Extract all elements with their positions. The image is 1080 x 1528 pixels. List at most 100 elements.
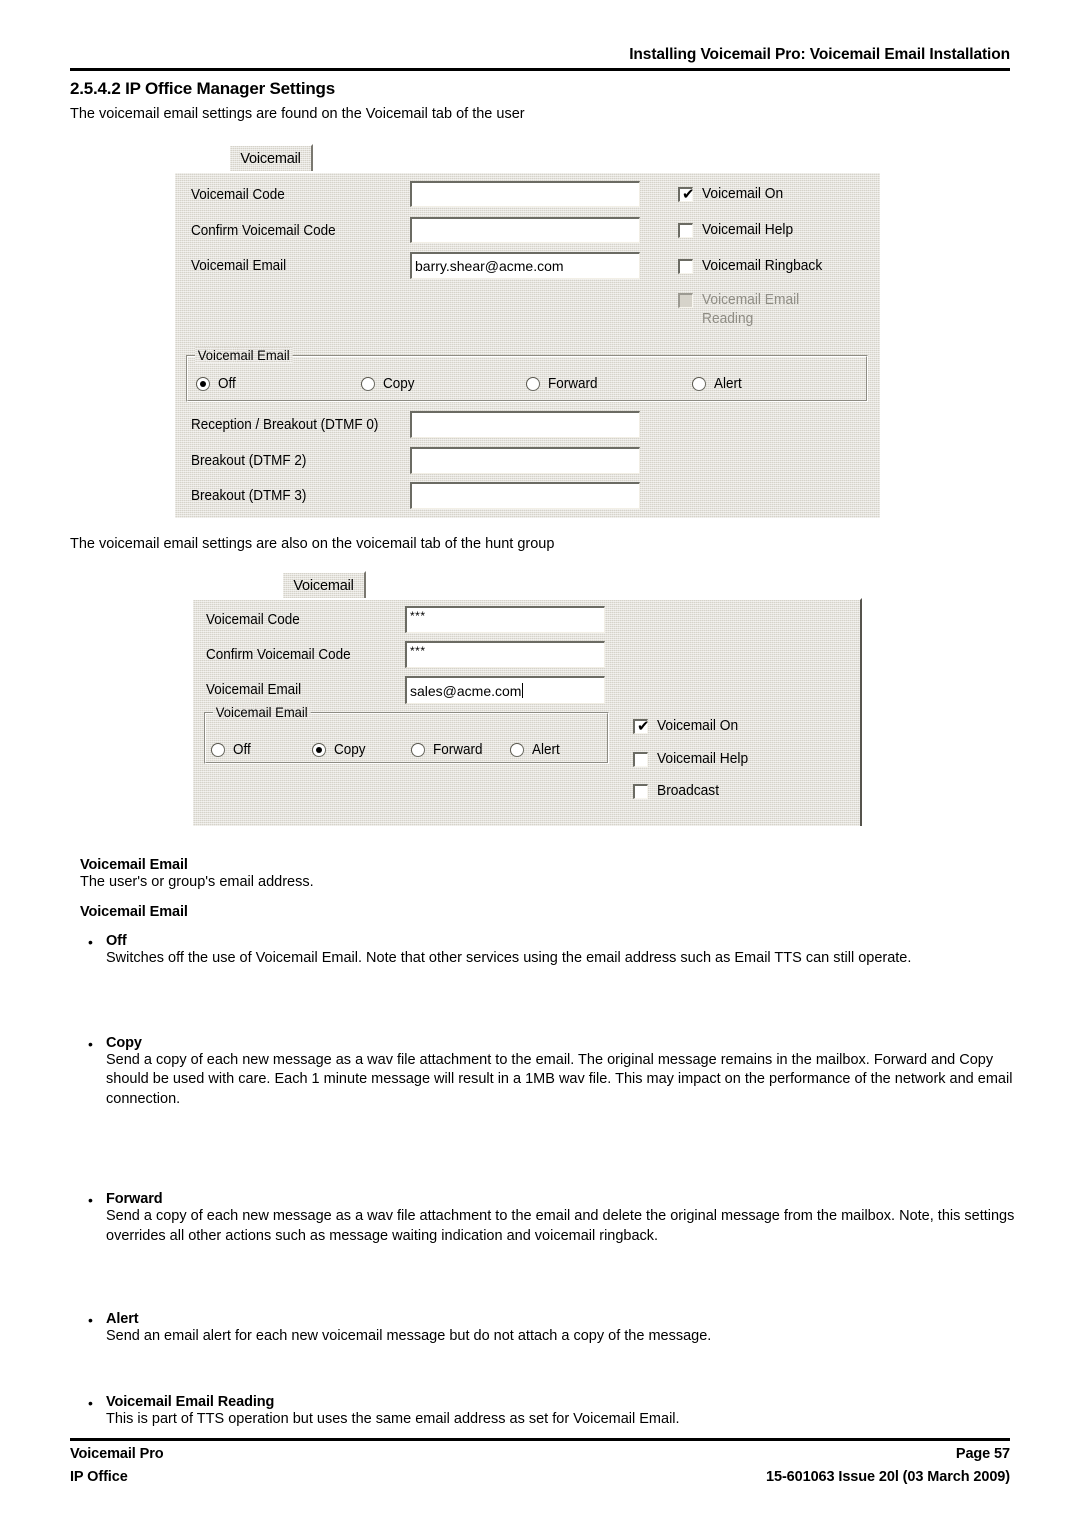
label-breakout-dtmf3: Breakout (DTMF 3) bbox=[191, 488, 307, 504]
section-heading: 2.5.4.2 IP Office Manager Settings bbox=[70, 79, 335, 98]
label-breakout-dtmf2: Breakout (DTMF 2) bbox=[191, 453, 307, 469]
checkbox-voicemail-on-user-label: Voicemail On bbox=[702, 186, 784, 202]
footer-product-name: Voicemail Pro bbox=[70, 1446, 164, 1462]
footer-line-2: IP Office 15-601063 Issue 20l (03 March … bbox=[70, 1467, 1010, 1487]
checkbox-voicemail-email-reading-user-label: Voicemail Email Reading bbox=[702, 292, 800, 327]
definition-heading: Voicemail Email bbox=[80, 857, 188, 873]
label-confirm-voicemail-code-user: Confirm Voicemail Code bbox=[191, 223, 336, 239]
intro-paragraph-user: The voicemail email settings are found o… bbox=[70, 106, 525, 122]
radio-circle-icon bbox=[361, 377, 375, 391]
label-voicemail-email-user: Voicemail Email bbox=[191, 258, 287, 274]
bullet-dot-icon: • bbox=[88, 934, 93, 950]
list-heading-block: Voicemail Email bbox=[80, 904, 1010, 920]
definition-block: Voicemail Email The user's or group's em… bbox=[80, 857, 1010, 893]
checkbox-box-icon bbox=[633, 784, 648, 799]
definition-text: The user's or group's email address. bbox=[80, 874, 314, 890]
radio-forward-user-label: Forward bbox=[548, 376, 598, 392]
checkbox-broadcast-group[interactable]: Broadcast bbox=[633, 782, 722, 801]
bullet-off-label: Off bbox=[106, 933, 127, 949]
bullet-voicemail-email-reading-label: Voicemail Email Reading bbox=[106, 1393, 275, 1410]
radio-copy-group-label: Copy bbox=[334, 742, 366, 758]
tab-voicemail-group[interactable]: Voicemail bbox=[281, 571, 366, 599]
radio-off-user[interactable]: Off bbox=[196, 376, 237, 392]
input-breakout-dtmf3[interactable] bbox=[410, 482, 640, 509]
input-confirm-voicemail-code-user[interactable] bbox=[410, 217, 640, 243]
checkbox-voicemail-ringback-user[interactable]: Voicemail Ringback bbox=[678, 257, 829, 276]
list-heading: Voicemail Email bbox=[80, 904, 188, 920]
checkbox-voicemail-help-group[interactable]: Voicemail Help bbox=[633, 750, 753, 769]
bullet-alert-label: Alert bbox=[106, 1311, 139, 1327]
page-header: Installing Voicemail Pro: Voicemail Emai… bbox=[70, 46, 1010, 71]
input-voicemail-email-group[interactable]: sales@acme.com bbox=[405, 676, 605, 704]
bullet-copy: • Copy Send a copy of each new message a… bbox=[80, 1035, 1036, 1110]
bullet-alert-text: Send an email alert for each new voicema… bbox=[106, 1328, 712, 1344]
bullet-dot-icon: • bbox=[88, 1192, 93, 1208]
radio-copy-user[interactable]: Copy bbox=[361, 376, 417, 392]
footer-page-number: Page 57 bbox=[955, 1446, 1010, 1462]
bullet-dot-icon: • bbox=[88, 1035, 93, 1052]
intro-paragraph-group: The voicemail email settings are also on… bbox=[70, 536, 555, 552]
radio-circle-icon bbox=[526, 377, 540, 391]
input-voicemail-code-user[interactable] bbox=[410, 181, 640, 207]
checkbox-voicemail-email-reading-user: Voicemail Email Reading bbox=[678, 291, 828, 329]
radio-copy-group[interactable]: Copy bbox=[312, 742, 368, 758]
checkbox-voicemail-help-user[interactable]: Voicemail Help bbox=[678, 221, 798, 240]
page-footer: Voicemail Pro Page 57 IP Office 15-60106… bbox=[70, 1438, 1010, 1487]
radio-alert-user-label: Alert bbox=[714, 376, 742, 392]
input-voicemail-email-group-value: sales@acme.com bbox=[410, 682, 522, 699]
tab-voicemail-group-label: Voicemail bbox=[293, 578, 354, 594]
bullet-alert: • Alert Send an email alert for each new… bbox=[80, 1311, 1036, 1347]
label-voicemail-email-group: Voicemail Email bbox=[206, 682, 302, 698]
footer-product-family: IP Office bbox=[70, 1469, 128, 1485]
radio-off-group-label: Off bbox=[233, 742, 251, 758]
radio-alert-group-label: Alert bbox=[532, 742, 560, 758]
groupbox-voicemail-email-user-title: Voicemail Email bbox=[195, 347, 292, 363]
radio-forward-group-label: Forward bbox=[433, 742, 483, 758]
footer-divider bbox=[70, 1438, 1010, 1441]
radio-circle-icon bbox=[312, 743, 326, 757]
checkbox-voicemail-help-group-label: Voicemail Help bbox=[657, 751, 749, 767]
label-voicemail-code-group: Voicemail Code bbox=[206, 612, 300, 628]
footer-issue-info: 15-601063 Issue 20l (03 March 2009) bbox=[766, 1469, 1010, 1485]
checkbox-voicemail-on-user[interactable]: ✔ Voicemail On bbox=[678, 185, 787, 204]
bullet-dot-icon: • bbox=[88, 1312, 93, 1328]
check-mark-icon: ✔ bbox=[682, 185, 695, 203]
radio-dot-icon bbox=[316, 747, 322, 753]
bullet-forward-label: Forward bbox=[106, 1191, 163, 1207]
radio-alert-group[interactable]: Alert bbox=[510, 742, 562, 758]
radio-circle-icon bbox=[196, 377, 210, 391]
checkbox-box-icon bbox=[678, 293, 693, 308]
input-voicemail-email-user[interactable]: barry.shear@acme.com bbox=[410, 252, 640, 279]
tab-voicemail-user-label: Voicemail bbox=[240, 151, 301, 167]
radio-off-user-label: Off bbox=[218, 376, 236, 392]
tab-voicemail-user[interactable]: Voicemail bbox=[228, 144, 313, 172]
checkbox-voicemail-help-user-label: Voicemail Help bbox=[702, 222, 794, 238]
radio-forward-user[interactable]: Forward bbox=[526, 376, 601, 392]
check-mark-icon: ✔ bbox=[637, 717, 650, 735]
bullet-off: • Off Switches off the use of Voicemail … bbox=[80, 933, 1036, 969]
checkbox-box-icon bbox=[678, 259, 693, 274]
input-reception-breakout-dtmf0[interactable] bbox=[410, 411, 640, 438]
checkbox-box-icon: ✔ bbox=[633, 717, 650, 735]
checkbox-voicemail-on-group-label: Voicemail On bbox=[657, 718, 739, 734]
input-breakout-dtmf2[interactable] bbox=[410, 447, 640, 474]
checkbox-box-icon: ✔ bbox=[678, 185, 695, 203]
input-voicemail-code-group[interactable]: *** bbox=[405, 606, 605, 633]
bullet-dot-icon: • bbox=[88, 1394, 93, 1411]
bullet-copy-label: Copy bbox=[106, 1034, 142, 1051]
radio-dot-icon bbox=[200, 381, 206, 387]
label-voicemail-code-user: Voicemail Code bbox=[191, 187, 285, 203]
radio-copy-user-label: Copy bbox=[383, 376, 415, 392]
radio-circle-icon bbox=[692, 377, 706, 391]
document-page: Installing Voicemail Pro: Voicemail Emai… bbox=[0, 0, 1080, 1528]
bullet-voicemail-email-reading-text: This is part of TTS operation but uses t… bbox=[106, 1410, 680, 1427]
checkbox-voicemail-on-group[interactable]: ✔ Voicemail On bbox=[633, 717, 742, 736]
input-confirm-voicemail-code-group[interactable]: *** bbox=[405, 641, 605, 668]
header-divider bbox=[70, 68, 1010, 71]
label-confirm-voicemail-code-group: Confirm Voicemail Code bbox=[206, 647, 351, 663]
radio-off-group[interactable]: Off bbox=[211, 742, 252, 758]
bullet-voicemail-email-reading: • Voicemail Email Reading This is part o… bbox=[80, 1394, 1036, 1430]
radio-alert-user[interactable]: Alert bbox=[692, 376, 744, 392]
radio-forward-group[interactable]: Forward bbox=[411, 742, 486, 758]
radio-circle-icon bbox=[411, 743, 425, 757]
